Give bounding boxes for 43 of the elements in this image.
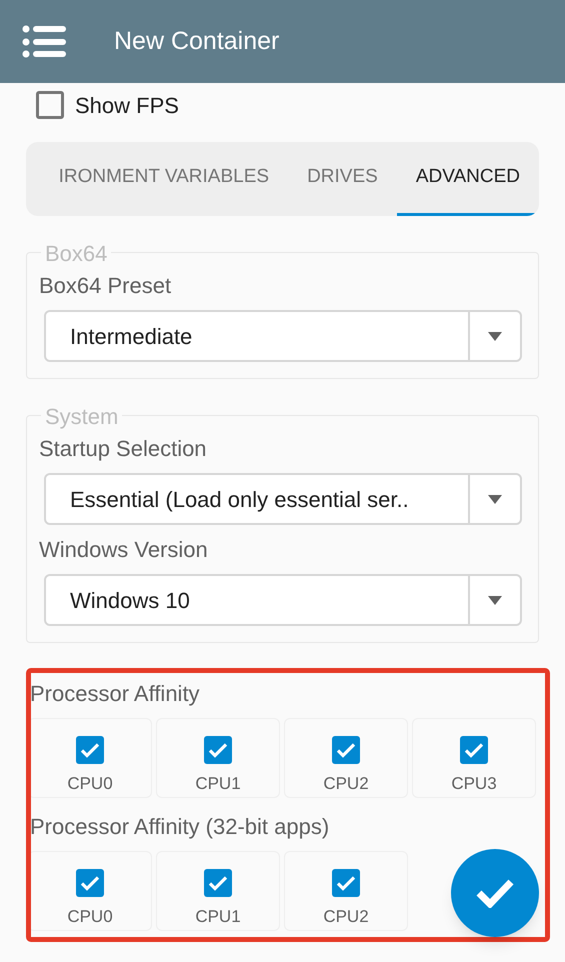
dropdown[interactable]: Windows 10 [44, 574, 522, 626]
cpu-option[interactable]: CPU0 [28, 718, 152, 798]
section-title: Processor Affinity (32-bit apps) [30, 813, 330, 841]
cpu-label: CPU1 [195, 906, 241, 928]
cpu-label: CPU2 [323, 906, 369, 928]
checkbox[interactable] [331, 735, 361, 765]
cpu-option[interactable]: CPU3 [412, 718, 536, 798]
tab[interactable]: IRONMENT VARIABLES [40, 142, 288, 216]
field-label: Startup Selection [39, 435, 207, 463]
cpu-option[interactable]: CPU1 [156, 718, 280, 798]
caret-icon [488, 494, 502, 504]
dropdown-value: Intermediate [69, 322, 194, 350]
cpu-option[interactable]: CPU2 [284, 718, 408, 798]
checkbox[interactable] [75, 735, 105, 765]
cpu-option[interactable]: CPU2 [284, 851, 408, 931]
checkbox[interactable] [75, 868, 105, 898]
cpu-label: CPU1 [195, 773, 241, 795]
checkbox[interactable] [203, 735, 233, 765]
app-title: New Container [114, 26, 280, 57]
check-icon [475, 878, 515, 908]
tab[interactable]: DRIVES [288, 142, 397, 216]
cpu-label: CPU3 [451, 773, 497, 795]
cpu-option[interactable]: CPU0 [28, 851, 152, 931]
cpu-label: CPU0 [67, 773, 113, 795]
tab[interactable]: ADVANCED [396, 142, 539, 216]
checkbox[interactable] [459, 735, 489, 765]
menu-icon[interactable] [22, 24, 66, 58]
field-label: Windows Version [39, 536, 208, 564]
checkbox[interactable] [203, 868, 233, 898]
checkbox-label: Show FPS [75, 92, 179, 120]
dropdown-value: Essential (Load only essential ser.. [69, 486, 410, 514]
checkbox[interactable] [331, 868, 361, 898]
section-title: Processor Affinity [30, 680, 201, 708]
dropdown[interactable]: Intermediate [44, 310, 522, 362]
field-label: Box64 Preset [39, 272, 172, 300]
checkbox[interactable] [36, 91, 64, 119]
dropdown-value: Windows 10 [69, 586, 191, 614]
cpu-label: CPU0 [67, 906, 113, 928]
cpu-option[interactable]: CPU1 [156, 851, 280, 931]
cpu-label: CPU2 [323, 773, 369, 795]
caret-icon [488, 332, 502, 340]
caret-icon [488, 596, 502, 604]
dropdown[interactable]: Essential (Load only essential ser.. [44, 473, 522, 525]
